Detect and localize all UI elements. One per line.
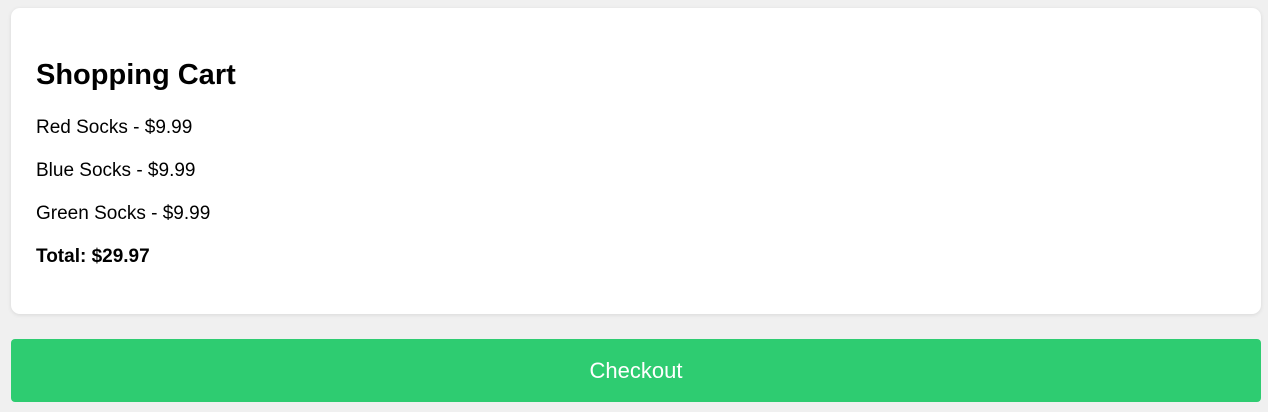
cart-item-blue-socks: Blue Socks - $9.99 bbox=[36, 160, 196, 181]
cart-total: Total: $29.97 bbox=[36, 246, 150, 267]
cart-item-red-socks: Red Socks - $9.99 bbox=[36, 117, 193, 138]
checkout-button[interactable]: Checkout bbox=[11, 339, 1261, 402]
cart-item-green-socks: Green Socks - $9.99 bbox=[36, 203, 211, 224]
cart-title: Shopping Cart bbox=[36, 59, 236, 91]
shopping-cart-panel: Shopping Cart Red Socks - $9.99 Blue Soc… bbox=[11, 8, 1261, 314]
